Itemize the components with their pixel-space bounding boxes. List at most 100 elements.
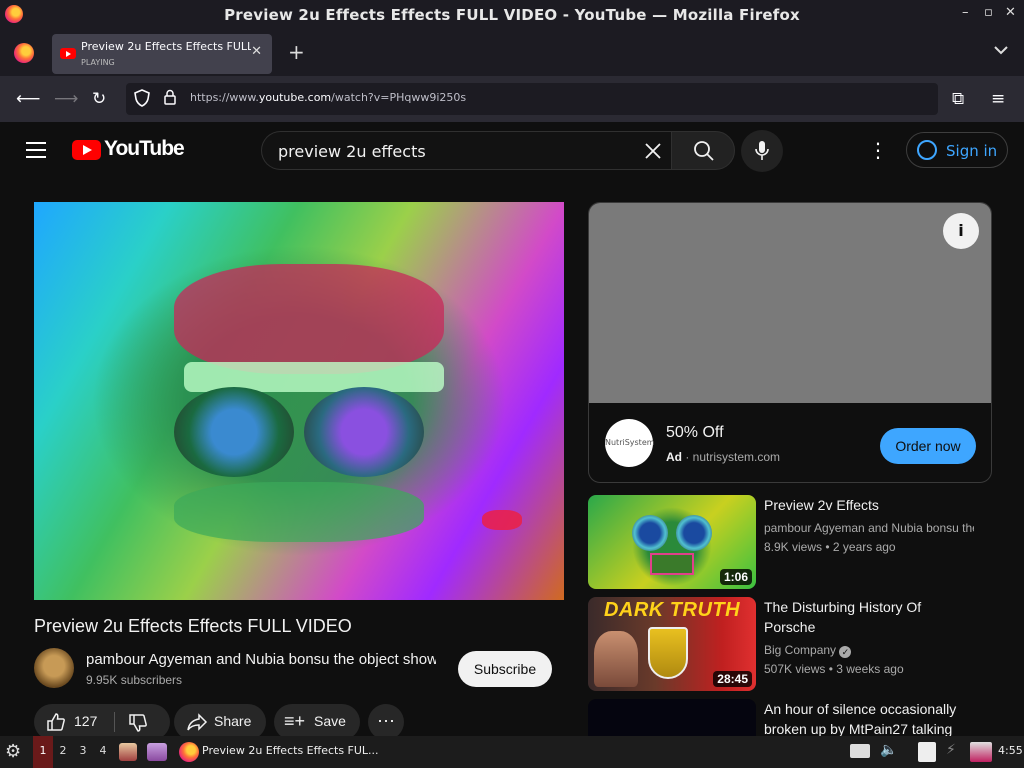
recommendation-item[interactable]: 1:06 Preview 2v Effects pambour Agyeman … (588, 495, 1008, 590)
youtube-favicon-icon (60, 48, 76, 59)
url-path: /watch?v=PHqww9i250s (331, 91, 467, 104)
url-prefix: https://www. (190, 91, 259, 104)
start-menu-icon[interactable]: ⚙ (5, 741, 21, 762)
video-thumbnail[interactable]: DARK TRUTH 28:45 (588, 597, 756, 691)
workspace-3[interactable]: 3 (73, 736, 93, 768)
advertiser-logo[interactable]: NutriSystem (605, 419, 655, 467)
workspace-2[interactable]: 2 (53, 736, 73, 768)
divider (114, 712, 115, 732)
microphone-icon (755, 141, 769, 160)
share-label: Share (214, 713, 252, 729)
video-duration: 1:06 (719, 569, 752, 585)
workspace-1[interactable]: 1 (33, 736, 53, 768)
tracking-shield-icon[interactable] (134, 89, 150, 111)
taskbar-task-firefox[interactable]: Preview 2u Effects Effects FUL... (202, 744, 379, 757)
youtube-logo-text[interactable]: YouTube (104, 137, 185, 161)
maximize-button[interactable]: ▫ (984, 5, 993, 20)
video-frame-shape (304, 387, 424, 477)
order-now-button[interactable]: Order now (880, 428, 976, 464)
subscriber-count: 9.95K subscribers (86, 673, 183, 687)
recommendation-title[interactable]: The Disturbing History Of Porsche (764, 597, 974, 637)
sign-in-button[interactable]: Sign in (906, 132, 1008, 168)
tab-youtube[interactable]: Preview 2u Effects Effects FULL VIDEO - … (52, 34, 272, 74)
network-icon[interactable]: ⚡ (946, 742, 956, 758)
ad-headline[interactable]: 50% Off (666, 424, 724, 442)
reload-icon[interactable]: ↻ (92, 90, 106, 108)
ad-domain-line: Ad · nutrisystem.com (666, 450, 781, 464)
new-tab-button[interactable]: + (288, 40, 305, 64)
search-input[interactable]: preview 2u effects (278, 142, 426, 161)
clear-search-icon[interactable] (644, 138, 662, 166)
lock-icon[interactable] (164, 89, 176, 109)
tab-title: Preview 2u Effects Effects FULL VIDEO - … (81, 40, 251, 53)
back-icon[interactable]: ⟵ (16, 90, 40, 108)
recommendation-item[interactable]: DARK TRUTH 28:45 The Disturbing History … (588, 597, 1008, 692)
share-icon (186, 713, 208, 734)
extensions-icon[interactable]: ⧉ (952, 90, 964, 108)
url-domain: youtube.com (258, 91, 332, 104)
recommendation-channel[interactable]: Big Company ✓ (764, 643, 974, 658)
recommendation-title[interactable]: Preview 2v Effects (764, 495, 974, 515)
youtube-logo-icon[interactable] (72, 140, 101, 160)
workspace-4[interactable]: 4 (93, 736, 113, 768)
close-window-button[interactable]: ✕ (1005, 5, 1016, 20)
video-duration: 28:45 (713, 671, 752, 687)
volume-icon[interactable]: 🔈 (880, 742, 897, 758)
app-menu-icon[interactable]: ≡ (991, 90, 1005, 108)
more-actions-button[interactable]: ⋯ (368, 704, 404, 740)
firefox-task-icon (179, 742, 199, 762)
search-icon (694, 141, 714, 161)
tab-status: PLAYING (81, 58, 115, 67)
terminal-icon[interactable] (147, 743, 167, 761)
minimize-button[interactable]: – (962, 5, 969, 20)
recommendation-channel[interactable]: pambour Agyeman and Nubia bonsu the obje… (764, 521, 974, 535)
thumbnail-shape (632, 515, 668, 551)
like-dislike-pill: 127 (34, 704, 170, 740)
video-thumbnail[interactable]: 1:06 (588, 495, 756, 589)
url-bar[interactable]: https://www.youtube.com/watch?v=PHqww9i2… (126, 83, 938, 115)
save-button[interactable]: ≡+ Save (274, 704, 360, 740)
forward-icon[interactable]: ⟶ (54, 90, 78, 108)
ad-info-icon[interactable]: i (943, 213, 979, 249)
recommendation-meta: 8.9K views • 2 years ago (764, 540, 896, 554)
recommendation-title[interactable]: An hour of silence occasionally broken u… (764, 699, 974, 736)
close-tab-icon[interactable]: ✕ (251, 44, 262, 59)
share-button[interactable]: Share (174, 704, 266, 740)
drive-icon[interactable] (850, 744, 870, 758)
list-all-tabs-icon[interactable] (994, 43, 1008, 59)
video-player[interactable] (34, 202, 564, 600)
more-options-icon[interactable]: ⋮ (868, 140, 888, 160)
sign-in-label: Sign in (946, 142, 998, 160)
video-frame-shape (482, 510, 522, 530)
like-count: 127 (74, 713, 98, 729)
subscribe-button[interactable]: Subscribe (458, 651, 552, 687)
url-text[interactable]: https://www.youtube.com/watch?v=PHqww9i2… (190, 91, 466, 104)
video-thumbnail[interactable] (588, 699, 756, 736)
file-manager-icon[interactable] (119, 743, 137, 761)
ad-card[interactable]: i NutriSystem 50% Off Ad · nutrisystem.c… (588, 202, 992, 483)
save-playlist-icon: ≡+ (284, 711, 306, 731)
dislike-button[interactable] (128, 713, 148, 736)
channel-name[interactable]: pambour Agyeman and Nubia bonsu the obje… (86, 651, 436, 668)
window-title: Preview 2u Effects Effects FULL VIDEO - … (224, 6, 800, 24)
firefox-view-icon[interactable] (14, 43, 34, 63)
ad-domain: nutrisystem.com (692, 450, 781, 464)
screenshot-tool-icon[interactable] (970, 742, 992, 762)
video-frame-shape (174, 387, 294, 477)
save-label: Save (314, 713, 346, 729)
channel-avatar[interactable] (34, 648, 74, 688)
search-button[interactable] (671, 131, 735, 170)
thumbs-down-icon (129, 714, 147, 732)
ad-label: Ad (666, 450, 682, 464)
voice-search-button[interactable] (741, 130, 783, 172)
clipboard-icon[interactable] (918, 742, 936, 762)
video-title: Preview 2u Effects Effects FULL VIDEO (34, 616, 352, 636)
like-button[interactable] (46, 712, 66, 735)
thumbs-up-icon (47, 713, 65, 731)
guide-menu-icon[interactable] (26, 142, 46, 158)
recommendation-item[interactable]: An hour of silence occasionally broken u… (588, 699, 1008, 736)
verified-icon: ✓ (839, 646, 852, 658)
search-box[interactable]: preview 2u effects (261, 131, 672, 170)
clock: 4:55 (998, 744, 1023, 757)
ad-image[interactable] (589, 203, 991, 403)
